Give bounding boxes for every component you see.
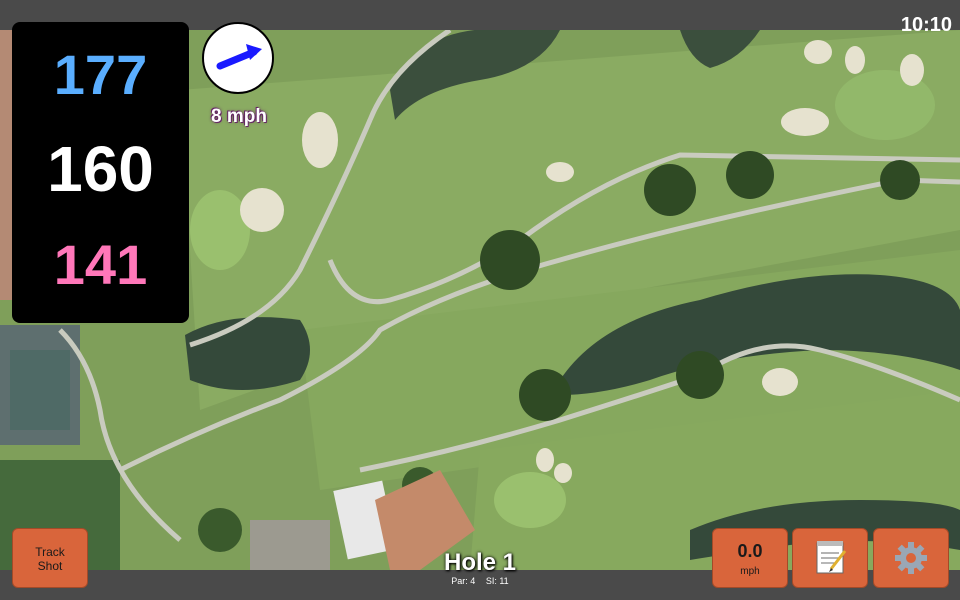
- notes-button[interactable]: [792, 528, 868, 588]
- arrow-right-icon: [216, 44, 262, 70]
- hole-par: Par: 4: [451, 576, 476, 586]
- hole-title: Hole 1: [443, 549, 517, 576]
- track-shot-label-line1: Track: [35, 545, 65, 559]
- gear-icon: [895, 542, 927, 574]
- wind-speed-label: 8 mph: [211, 106, 267, 127]
- yardage-front: 141: [53, 233, 148, 296]
- wind-speed-value: 0.0: [737, 541, 763, 561]
- hole-stroke-index: SI: 11: [485, 576, 509, 586]
- wind-indicator[interactable]: [202, 22, 274, 94]
- settings-button[interactable]: [873, 528, 949, 588]
- yardage-back: 177: [53, 43, 148, 106]
- yardage-panel: 177 160 141: [12, 22, 189, 323]
- status-clock: 10:10: [900, 14, 952, 36]
- wind-speed-button[interactable]: 0.0 mph: [712, 528, 788, 588]
- hole-info: Par: 4 SI: 11: [380, 576, 580, 586]
- track-shot-label-line2: Shot: [37, 559, 63, 573]
- notepad-icon: [816, 541, 847, 574]
- wind-speed-unit: mph: [740, 566, 760, 577]
- track-shot-button[interactable]: Track Shot: [12, 528, 88, 588]
- yardage-middle: 160: [47, 133, 154, 205]
